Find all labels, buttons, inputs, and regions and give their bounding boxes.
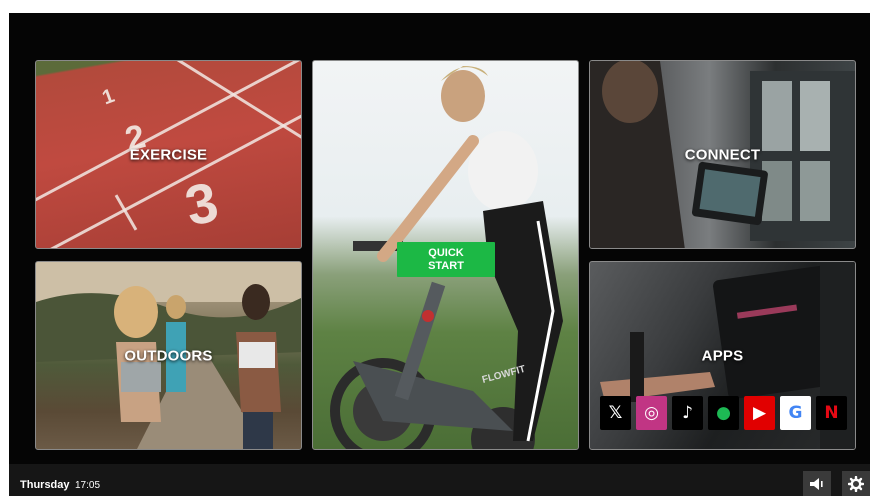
spotify-glyph: ● — [716, 403, 731, 423]
x-icon[interactable]: 𝕏 — [600, 396, 631, 430]
outdoors-tile[interactable]: OUTDOORS — [35, 261, 302, 450]
lane-number: 1 — [99, 84, 118, 110]
outdoors-label: OUTDOORS — [124, 347, 213, 364]
status-day: Thursday — [20, 479, 70, 491]
instagram-glyph: ◎ — [644, 403, 659, 423]
youtube-glyph: ▶ — [752, 403, 767, 423]
spotify-icon[interactable]: ● — [708, 396, 739, 430]
volume-icon — [810, 477, 823, 490]
quick-start-button[interactable]: QUICK START — [397, 242, 495, 277]
app-icon-row: 𝕏 ◎ ♪ ● ▶ G N — [600, 396, 847, 430]
gear-icon — [848, 475, 864, 492]
instagram-icon[interactable]: ◎ — [636, 396, 667, 430]
youtube-icon[interactable]: ▶ — [744, 396, 775, 430]
track-lane-line — [36, 96, 301, 248]
exercise-label: EXERCISE — [129, 146, 208, 163]
connect-label: CONNECT — [684, 146, 761, 163]
tiktok-glyph: ♪ — [682, 403, 693, 423]
status-bar: Thursday 17:05 — [9, 464, 870, 496]
quick-start-line2: START — [428, 259, 464, 272]
x-glyph: 𝕏 — [608, 403, 623, 423]
track-lane-line — [36, 61, 301, 202]
google-glyph: G — [788, 403, 803, 423]
status-time: 17:05 — [75, 480, 101, 491]
home-screen: 1 2 3 EXERCISE FLOWFIT QUICK START CONNE… — [9, 13, 870, 496]
exercise-tile[interactable]: 1 2 3 EXERCISE — [35, 60, 302, 249]
netflix-glyph: N — [824, 403, 839, 423]
volume-button[interactable] — [803, 471, 831, 496]
settings-button[interactable] — [842, 471, 870, 496]
google-icon[interactable]: G — [780, 396, 811, 430]
connect-tile[interactable]: CONNECT — [589, 60, 856, 249]
apps-tile[interactable]: APPS 𝕏 ◎ ♪ ● ▶ G N — [589, 261, 856, 450]
quick-start-line1: QUICK — [428, 246, 464, 259]
quick-start-tile[interactable]: FLOWFIT QUICK START — [312, 60, 579, 450]
apps-label: APPS — [701, 347, 744, 365]
netflix-icon[interactable]: N — [816, 396, 847, 430]
tiktok-icon[interactable]: ♪ — [672, 396, 703, 430]
lane-number: 3 — [179, 169, 224, 238]
